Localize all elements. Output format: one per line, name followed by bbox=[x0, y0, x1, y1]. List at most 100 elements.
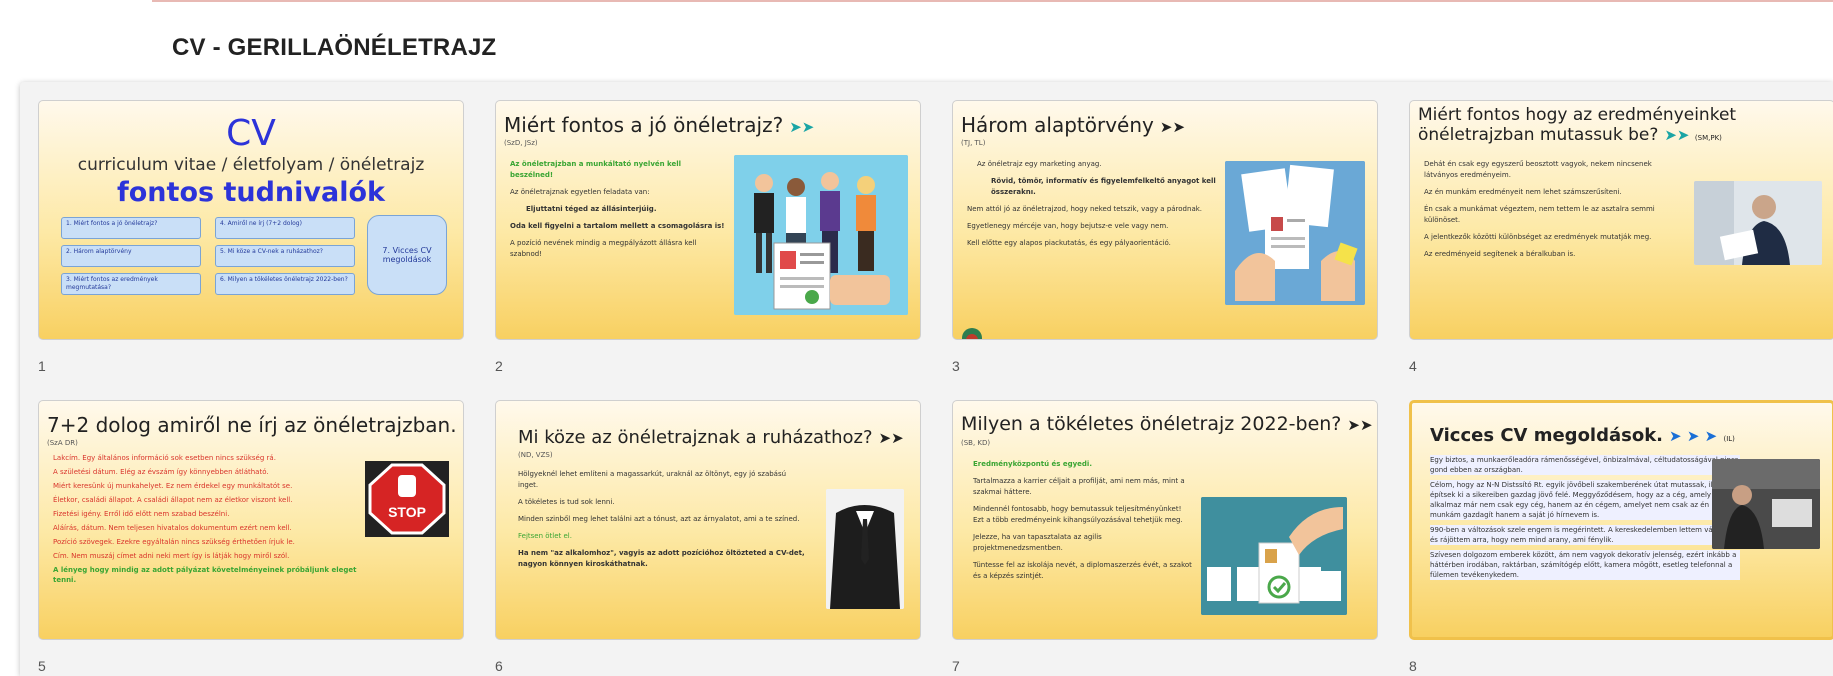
slide-2-title: Miért fontos a jó önéletrajz? ➤➤ bbox=[504, 113, 814, 137]
slide-thumbnail-4[interactable]: Miért fontos hogy az eredményeinket önél… bbox=[1409, 100, 1833, 340]
slide-6-line-1: Hölgyeknél lehet említeni a magassarkút,… bbox=[518, 470, 787, 489]
slide-5-body: Lakcím. Egy általános információ sok ese… bbox=[53, 453, 363, 589]
suit-image bbox=[826, 489, 904, 609]
slide-3-body: Az önéletrajz egy marketing anyag. Rövid… bbox=[967, 159, 1237, 255]
slide-8-arrow-icon: ➤ ➤ ➤ bbox=[1669, 427, 1718, 445]
slide-1-subtitle: curriculum vitae / életfolyam / önéletra… bbox=[77, 155, 425, 175]
slide-3-line-2: Rövid, tömör, informatív és figyelemfelk… bbox=[967, 176, 1237, 198]
businessman-photo bbox=[1694, 181, 1822, 265]
slide-2-body: Az önéletrajzban a munkáltató nyelvén ke… bbox=[510, 159, 725, 266]
slide-6-body: Hölgyeknél lehet említeni a magassarkút,… bbox=[518, 469, 808, 576]
slide-thumbnail-1[interactable]: CV curriculum vitae / életfolyam / önéle… bbox=[38, 100, 464, 340]
slide-3-line-5: Kell előtte egy alapos piackutatás, és e… bbox=[967, 239, 1171, 247]
slide-6-line-2: A tökéletes is tud sok lenni. bbox=[518, 498, 615, 506]
slide-thumbnail-3[interactable]: Három alaptörvény ➤➤ (TJ, TL) Az önéletra… bbox=[952, 100, 1378, 340]
slide-4-line-4: A jelentkezők közötti különbséget az ere… bbox=[1424, 233, 1652, 241]
toc-box-4: 4. Amiről ne írj (7+2 dolog) bbox=[215, 217, 355, 239]
slide-7-line-3: Mindennél fontosabb, hogy bemutassuk tel… bbox=[973, 505, 1183, 524]
slide-5-line-8: Cím. Nem muszáj címet adni neki mert így… bbox=[53, 552, 290, 560]
slide-number-3: 3 bbox=[952, 358, 960, 374]
slide-6-authors: (ND, VZS) bbox=[518, 451, 553, 459]
slide-7-line-5: Tüntesse fel az iskolája nevét, a diplom… bbox=[973, 561, 1192, 580]
slide-3-title-text: Három alaptörvény bbox=[961, 113, 1154, 137]
slide-thumbnail-6[interactable]: Mi köze az önéletrajznak a ruházathoz? ➤➤… bbox=[495, 400, 921, 640]
slide-3-line-3: Nem attól jó az önéletrajzod, hogy neked… bbox=[967, 205, 1203, 213]
slide-3-authors: (TJ, TL) bbox=[961, 139, 986, 147]
slide-6-line-3: Minden szinből meg lehet találni azt a t… bbox=[518, 515, 800, 523]
slide-2-arrow-icon: ➤➤ bbox=[789, 118, 815, 136]
slide-7-title: Milyen a tökéletes önéletrajz 2022-ben? ➤… bbox=[961, 413, 1373, 435]
slide-thumbnail-7[interactable]: Milyen a tökéletes önéletrajz 2022-ben? ➤… bbox=[952, 400, 1378, 640]
slide-6-line-4: Fejtsen ötlet el. bbox=[518, 532, 572, 540]
slide-4-arrow-icon: ➤➤ bbox=[1664, 126, 1690, 144]
slide-3-arrow-icon: ➤➤ bbox=[1159, 118, 1186, 136]
slide-5-line-2: A születési dátum. Elég az évszám így kö… bbox=[53, 468, 269, 476]
slide-number-2: 2 bbox=[495, 358, 503, 374]
toc-box-6: 6. Milyen a tökéletes önéletrajz 2022-be… bbox=[215, 273, 355, 295]
slide-2-line-1: Az önéletrajzban a munkáltató nyelvén ke… bbox=[510, 160, 682, 179]
slide-8-line-3: 990-ben a változások szele engem is megé… bbox=[1430, 525, 1740, 545]
slide-4-title: Miért fontos hogy az eredményeinket önél… bbox=[1418, 105, 1738, 148]
slide-4-line-5: Az eredményeid segítenek a béralkuban is… bbox=[1424, 250, 1576, 258]
slide-4-body: Dehát én csak egy egyszerű beosztott vag… bbox=[1424, 159, 1686, 266]
avatar-icon bbox=[962, 328, 982, 339]
slide-number-8: 8 bbox=[1409, 658, 1417, 674]
slide-number-1: 1 bbox=[38, 358, 46, 374]
slide-7-body: Eredményközpontú és egyedi. Tartalmazza … bbox=[973, 459, 1193, 588]
slide-5-title: 7+2 dolog amiről ne írj az önéletrajzban… bbox=[47, 413, 464, 437]
slide-6-title: Mi köze az önéletrajznak a ruházathoz? ➤➤ bbox=[518, 427, 904, 448]
slide-8-line-4: Szívesen dolgozom emberek között, ám nem… bbox=[1430, 550, 1740, 580]
toc-box-5: 5. Mi köze a CV-nek a ruházathoz? bbox=[215, 245, 355, 267]
slide-8-line-2: Célom, hogy az N-N Distssító Rt. egyik j… bbox=[1430, 480, 1740, 520]
cv-documents-illustration bbox=[1225, 161, 1365, 305]
office-photo bbox=[1712, 459, 1820, 549]
slide-5-line-9: A lényeg hogy mindig az adott pályázat k… bbox=[53, 566, 357, 584]
slide-6-arrow-icon: ➤➤ bbox=[878, 429, 904, 447]
candidate-selection-illustration bbox=[1201, 497, 1347, 615]
slide-6-line-5: Ha nem "az alkalomhoz", vagyis az adott … bbox=[518, 549, 805, 568]
slide-2-line-5: A pozíció nevének mindig a megpályázott … bbox=[510, 239, 697, 258]
slide-thumbnail-5[interactable]: 7+2 dolog amiről ne írj az önéletrajzban… bbox=[38, 400, 464, 640]
slide-2-line-3: Eljuttatni téged az állásinterjúig. bbox=[526, 205, 657, 213]
slide-number-5: 5 bbox=[38, 658, 46, 674]
slide-8-title: Vicces CV megoldások. ➤ ➤ ➤ (IL) bbox=[1430, 425, 1735, 446]
slide-number-7: 7 bbox=[952, 658, 960, 674]
slide-8-body: Egy biztos, a munkaerőleadóra rámenősség… bbox=[1430, 455, 1740, 585]
slide-4-line-2: Az én munkám eredményeit nem lehet száms… bbox=[1424, 188, 1622, 196]
slide-5-line-4: Életkor, családi állapot. A családi álla… bbox=[53, 496, 293, 504]
toc-box-1: 1. Miért fontos a jó önéletrajz? bbox=[61, 217, 201, 239]
document-title: CV - GERILLAÖNÉLETRAJZ bbox=[172, 34, 497, 61]
slide-3-title: Három alaptörvény ➤➤ bbox=[961, 113, 1185, 137]
slide-5-authors: (SzA DR) bbox=[47, 439, 78, 447]
slide-8-authors: (IL) bbox=[1723, 435, 1735, 443]
toc-box-7: 7. Vicces CV megoldások bbox=[367, 215, 447, 295]
slide-thumbnail-8[interactable]: Vicces CV megoldások. ➤ ➤ ➤ (IL) Egy bizt… bbox=[1409, 400, 1833, 640]
slide-8-title-text: Vicces CV megoldások. bbox=[1430, 425, 1664, 446]
slide-number-4: 4 bbox=[1409, 358, 1417, 374]
slide-8-line-1: Egy biztos, a munkaerőleadóra rámenősség… bbox=[1430, 455, 1740, 475]
slide-5-line-5: Fizetési igény. Erről idő előtt nem szab… bbox=[53, 510, 230, 518]
slide-grid-panel: CV curriculum vitae / életfolyam / önéle… bbox=[20, 82, 1833, 676]
toc-box-3: 3. Miért fontos az eredmények megmutatás… bbox=[61, 273, 201, 295]
slide-5-line-7: Pozíció szövegek. Ezekre egyáltalán ninc… bbox=[53, 538, 295, 546]
slide-2-authors: (SzD, JSz) bbox=[504, 139, 538, 147]
toc-box-2: 2. Három alaptörvény bbox=[61, 245, 201, 267]
slide-6-title-text: Mi köze az önéletrajznak a ruházathoz? bbox=[518, 427, 873, 448]
slide-thumbnail-2[interactable]: Miért fontos a jó önéletrajz? ➤➤ (SzD, JS… bbox=[495, 100, 921, 340]
slide-1-headline: fontos tudnivalók bbox=[117, 177, 385, 208]
slide-7-arrow-icon: ➤➤ bbox=[1347, 416, 1373, 434]
slide-5-line-1: Lakcím. Egy általános információ sok ese… bbox=[53, 454, 276, 462]
slide-1-title: CV bbox=[226, 113, 276, 154]
slide-7-title-text: Milyen a tökéletes önéletrajz 2022-ben? bbox=[961, 413, 1342, 435]
slide-3-line-4: Egyetlenegy mércéje van, hogy bejutsz-e … bbox=[967, 222, 1169, 230]
stop-sign-label: STOP bbox=[388, 504, 426, 520]
slide-5-arrow-icon: ➤➤ bbox=[463, 418, 464, 436]
slide-3-line-2-text: Rövid, tömör, informatív és figyelemfelk… bbox=[991, 177, 1216, 196]
slide-5-line-3: Miért keresünk új munkahelyet. Ez nem ér… bbox=[53, 482, 293, 490]
slide-7-line-1: Eredményközpontú és egyedi. bbox=[973, 460, 1092, 468]
slide-4-authors: (SM,PK) bbox=[1694, 134, 1722, 142]
slide-2-title-text: Miért fontos a jó önéletrajz? bbox=[504, 113, 784, 137]
slide-7-authors: (SB, KD) bbox=[961, 439, 991, 447]
slide-5-line-6: Aláírás, dátum. Nem teljesen hivatalos d… bbox=[53, 524, 292, 532]
slide-2-line-2: Az önéletrajznak egyetlen feladata van: bbox=[510, 188, 650, 196]
